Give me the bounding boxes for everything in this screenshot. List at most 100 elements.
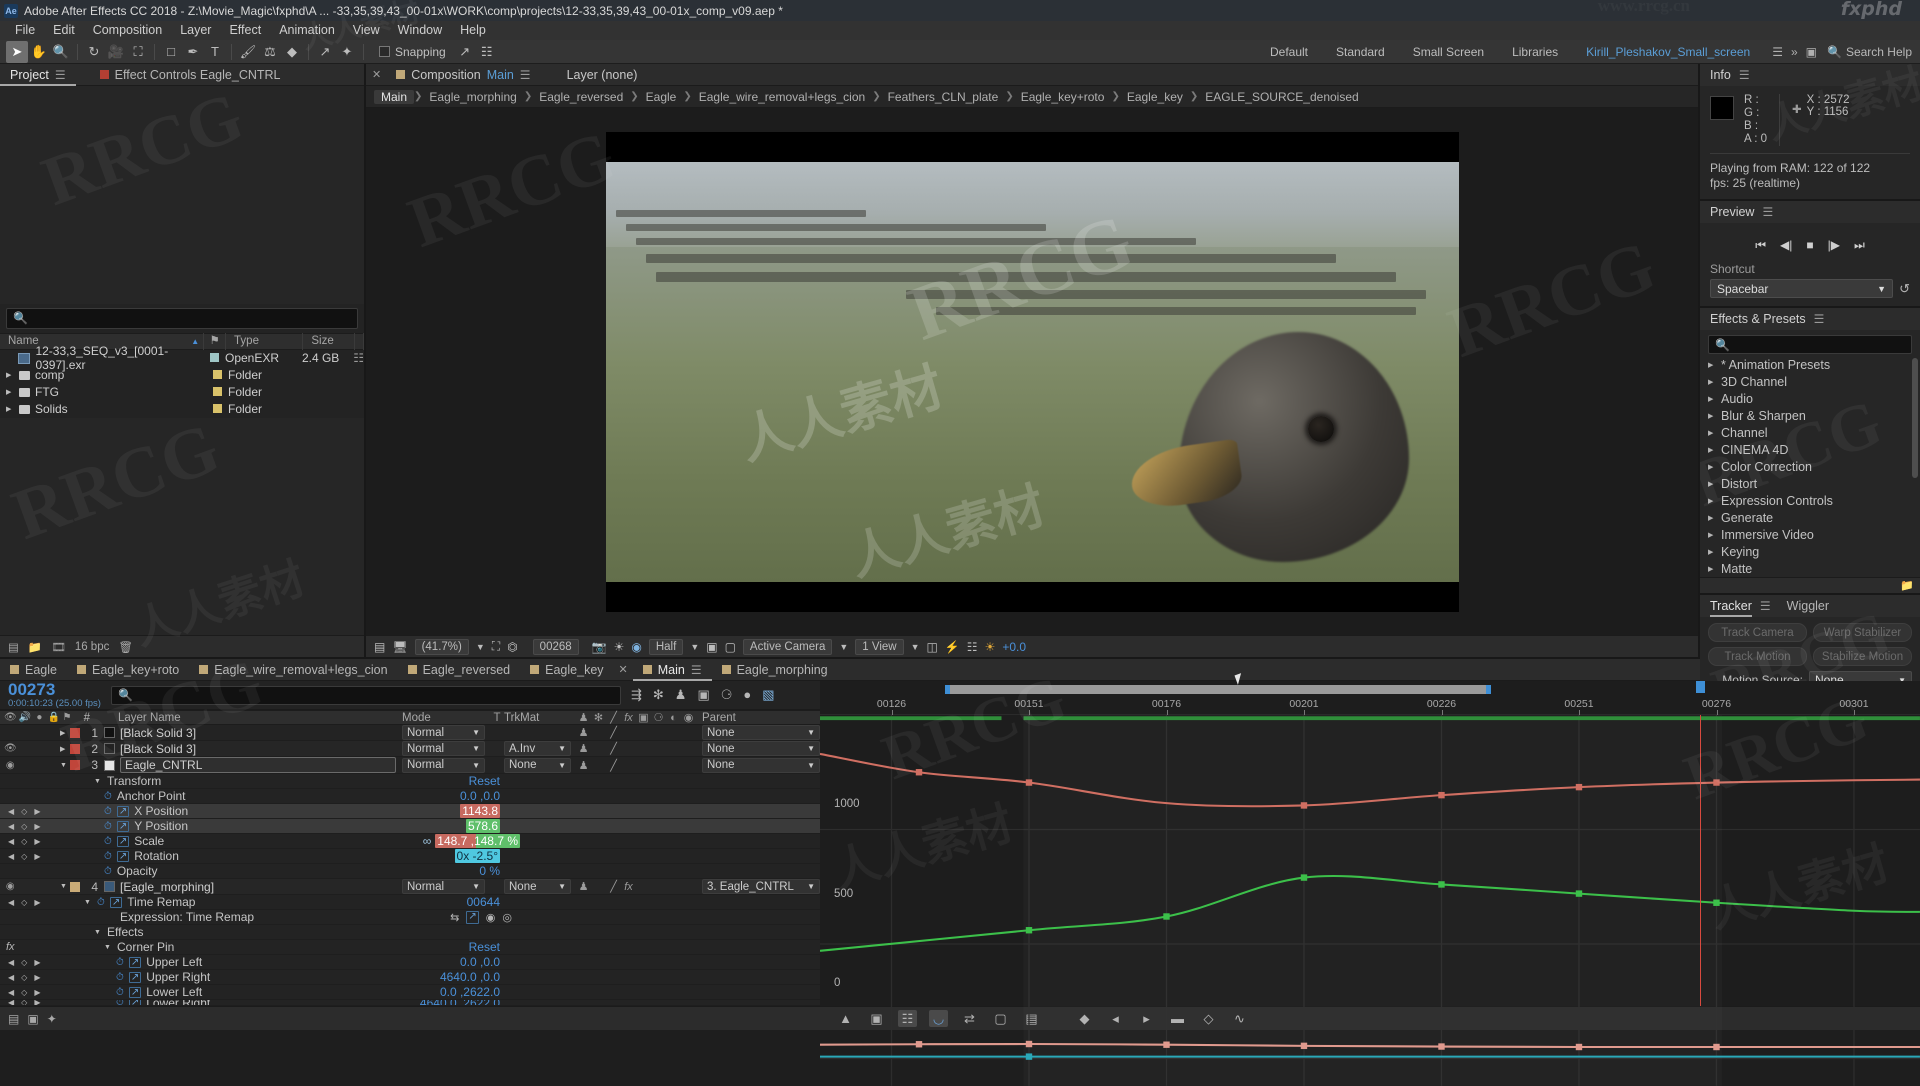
menu-item-view[interactable]: View [344,21,389,40]
workspace-small-screen[interactable]: Small Screen [1399,45,1498,59]
interpret-footage-icon[interactable]: ▤ [8,640,19,654]
project-item-solids-folder[interactable]: ▶ Solids Folder [0,401,364,418]
graph-canvas[interactable] [820,715,1920,1086]
brush-tool-icon[interactable]: 🖌 [237,41,259,63]
grid-guides-icon[interactable]: ⏣ [507,640,517,654]
disclosure-triangle-icon[interactable]: ▶ [1708,446,1716,454]
region-of-interest-box-icon[interactable]: ▣ [706,640,717,654]
align-tool-icon[interactable]: ↗ [454,41,476,63]
keyframe-marker[interactable] [915,1041,923,1048]
disclosure-triangle-icon[interactable]: ▶ [1708,378,1716,386]
breadcrumb-eagle-key-roto[interactable]: Eagle_key+roto [1014,90,1112,104]
timeline-tab-eagle-reversed[interactable]: Eagle_reversed [398,659,521,681]
property-value[interactable]: 00644 [467,895,500,909]
workspace-layout-icon[interactable]: ▣ [1806,45,1817,59]
toggle-switches-modes-icon[interactable]: ▤ [8,1012,19,1026]
workspace-standard[interactable]: Standard [1322,45,1399,59]
column-type[interactable]: Type [226,332,304,350]
workspace-menu-icon[interactable]: ☰ [1772,45,1783,59]
expression-language-menu-icon[interactable]: ◎ [502,911,512,924]
panel-menu-icon[interactable]: ☰ [520,68,531,82]
pixel-aspect-icon[interactable]: ◫ [927,640,938,654]
effect-category-keying[interactable]: ▶ Keying [1700,543,1920,560]
effects-switch[interactable]: fx [621,881,636,893]
track-camera-button[interactable]: Track Camera [1708,623,1807,642]
graph-editor-set-icon[interactable]: ↗ [109,896,123,908]
layer-mode-select[interactable]: Normal ▼ [402,879,485,894]
tab-tracker[interactable]: Tracker [1710,595,1752,617]
project-item-comp-folder[interactable]: ▶ comp Folder [0,367,364,384]
layer-parent-select[interactable]: None ▼ [702,757,820,773]
panel-menu-icon[interactable]: ☰ [691,663,702,677]
rotation-tool-icon[interactable]: ↻ [83,41,105,63]
type-tool-icon[interactable]: T [204,41,226,63]
viewer-timecode[interactable]: 00268 [532,638,579,655]
panel-menu-icon[interactable]: ☰ [1760,599,1771,613]
shy-switch[interactable]: ♟ [576,726,591,739]
exposure-value[interactable]: +0.0 [1002,640,1026,654]
property-x-position[interactable]: ◀ ◇ ▶ ⏱ ↗ X Position 1143.8 [0,804,820,819]
disclosure-triangle-icon[interactable]: ▶ [1708,531,1716,539]
show-snapshot-icon[interactable]: ☀ [614,640,625,654]
expression-graph-icon[interactable]: ↗ [466,910,479,924]
keyframe-marker[interactable] [1025,779,1033,786]
property-value[interactable]: 148.7 ,148.7 % [435,834,520,848]
effect-category-blur-sharpen[interactable]: ▶ Blur & Sharpen [1700,407,1920,424]
next-keyframe-icon[interactable]: ▶ [34,837,40,846]
keyframe-marker[interactable] [1163,1041,1170,1048]
property-value[interactable]: 0x -2.5° [454,849,500,863]
property-value[interactable]: 0.0 ,2622.0 [440,985,500,999]
menu-item-file[interactable]: File [6,21,44,40]
timeline-tab-eagle[interactable]: Eagle [0,659,67,681]
close-icon[interactable]: ✕ [366,68,387,81]
layer-label-color[interactable] [70,760,80,770]
timeline-tab-eagle-key-roto[interactable]: Eagle_key+roto [67,659,189,681]
new-comp-icon[interactable]: 🎞 [51,640,66,654]
effect-category-distort[interactable]: ▶ Distort [1700,475,1920,492]
label-color-chip[interactable] [212,370,222,379]
link-scale-icon[interactable]: ∞ [423,834,432,848]
column-parent[interactable]: Parent [698,712,820,724]
property-scale[interactable]: ◀ ◇ ▶ ⏱ ↗ Scale ∞ 148.7 ,148.7 % [0,834,820,849]
take-snapshot-icon[interactable]: 📷 [592,640,607,654]
label-color-chip[interactable] [212,387,222,396]
grid-tool-icon[interactable]: ☷ [476,41,498,63]
keyframe-diamond-icon[interactable]: ◇ [21,898,27,907]
current-time-display[interactable]: 00273 [8,681,101,698]
effect-category-channel[interactable]: ▶ Channel [1700,424,1920,441]
layer-name[interactable]: [Eagle_morphing] [120,880,214,894]
breadcrumb-eagle-reversed[interactable]: Eagle_reversed [532,90,630,104]
graph-editor-set-icon[interactable]: ↗ [116,850,130,862]
label-color-chip[interactable] [209,353,219,362]
expression-enable-icon[interactable]: ⇆ [450,911,459,924]
layer-name[interactable]: Eagle_CNTRL [120,757,396,773]
puppet-tool-icon[interactable]: ✦ [336,41,358,63]
next-keyframe-icon[interactable]: ▶ [34,973,40,982]
layer-parent-select[interactable]: 3. Eagle_CNTRL ▼ [702,879,820,894]
menu-item-animation[interactable]: Animation [270,21,344,40]
workspace-overflow-icon[interactable]: » [1791,45,1798,59]
property-upper-left[interactable]: ◀ ◇ ▶ ⏱ ↗ Upper Left 0.0 ,0.0 [0,955,820,970]
breadcrumb-eagle-morphing[interactable]: Eagle_morphing [422,90,523,104]
disclosure-triangle-icon[interactable]: ▼ [94,778,102,785]
brainstorm-icon[interactable]: ● [743,687,751,703]
column-trkmat[interactable]: TrkMat [504,712,576,724]
disclosure-triangle-icon[interactable]: ▶ [60,745,68,753]
effect-category-3d-channel[interactable]: ▶ 3D Channel [1700,373,1920,390]
table-row[interactable]: ◉ ▼ 3 Eagle_CNTRL Normal ▼ None ▼ ♟ ╱ None ▼ [0,757,820,774]
snapping-checkbox[interactable] [379,46,390,57]
track-matte-select[interactable]: A.Inv ▼ [504,741,571,756]
zoom-tool-icon[interactable]: 🔍 [50,41,72,63]
effects-search-input[interactable]: 🔍 [1708,335,1912,354]
table-row[interactable]: ▶ 1 [Black Solid 3] Normal ▼ ♟ ╱ None ▼ [0,725,820,741]
graph-editor-set-icon[interactable]: ↗ [116,835,130,847]
region-of-interest-icon[interactable]: ⛶ [492,639,500,654]
new-folder-icon[interactable]: 📁 [28,640,42,654]
effects-category-list[interactable]: ▶ * Animation Presets ▶ 3D Channel ▶ Audio … [1700,356,1920,577]
chevron-down-icon[interactable]: ▼ [690,642,699,652]
timeline-tab-eagle-key[interactable]: Eagle_key [520,659,613,681]
effects-group-row[interactable]: ▼ Effects [0,925,820,940]
last-frame-button[interactable]: ⏭ [1854,238,1865,253]
track-motion-button[interactable]: Track Motion [1708,647,1807,666]
layer-mode-select[interactable]: Normal ▼ [402,757,485,773]
